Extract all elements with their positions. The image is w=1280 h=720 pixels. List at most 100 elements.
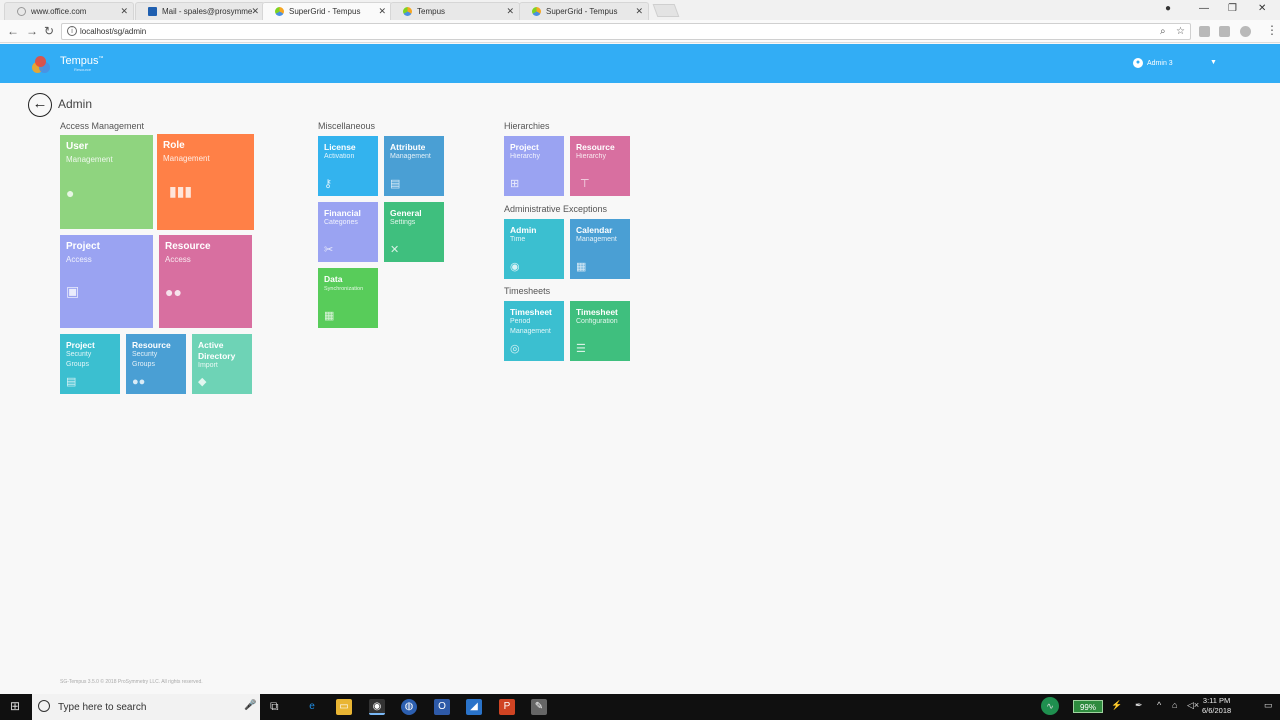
tile-calendar-management[interactable]: Calendar Management ▦: [570, 219, 630, 279]
file-explorer-icon[interactable]: ▭: [336, 699, 352, 715]
browser-tab-supergrid[interactable]: SuperGrid - Tempus ✕: [262, 2, 392, 20]
clock-date: 6/6/2018: [1202, 706, 1232, 715]
extension-icon[interactable]: [1240, 26, 1251, 37]
minimize-icon[interactable]: —: [1199, 3, 1209, 14]
chrome-icon[interactable]: ◉: [369, 699, 385, 715]
taskbar-search-box[interactable]: Type here to search 🎤: [32, 694, 260, 720]
tile-subtitle: Security Groups: [132, 351, 158, 368]
close-icon[interactable]: ✕: [120, 6, 128, 17]
spreadsheet-icon: ▦: [324, 310, 335, 322]
app-icon[interactable]: ✎: [531, 699, 547, 715]
power-icon[interactable]: ⚡: [1111, 700, 1122, 711]
app-header: Tempus™ Resource ● Admin 3 ▼: [0, 44, 1280, 83]
tile-data-synchronization[interactable]: Data Synchronization ▦: [318, 268, 378, 328]
app-icon[interactable]: ◢: [466, 699, 482, 715]
powerpoint-icon[interactable]: P: [499, 699, 515, 715]
tile-title: Resource: [165, 241, 211, 252]
extension-icon[interactable]: [1219, 26, 1230, 37]
tile-subtitle: Hierarchy: [510, 153, 540, 160]
tile-timesheet-period-management[interactable]: Timesheet Period Management ◎: [504, 301, 564, 361]
menu-icon[interactable]: ⋮: [1266, 23, 1278, 37]
pen-icon[interactable]: ✒: [1135, 700, 1143, 711]
tools-icon: ✕: [390, 244, 400, 256]
notifications-icon[interactable]: ▭: [1264, 700, 1273, 711]
user-menu[interactable]: ● Admin 3: [1133, 58, 1173, 68]
lines-icon: ☰: [576, 343, 586, 355]
back-arrow-icon[interactable]: ←: [7, 24, 19, 38]
browser-tab-tempus[interactable]: Tempus ✕: [390, 2, 520, 20]
volume-icon[interactable]: ◁×: [1187, 700, 1199, 711]
tile-admin-time[interactable]: Admin Time ◉: [504, 219, 564, 279]
tile-resource-security-groups[interactable]: Resource Security Groups ●●: [126, 334, 186, 394]
browser-tab-office[interactable]: www.office.com ✕: [4, 2, 134, 20]
pulse-icon[interactable]: ∿: [1041, 697, 1059, 715]
tile-attribute-management[interactable]: Attribute Management ▤: [384, 136, 444, 196]
search-icon[interactable]: ⌕: [1160, 26, 1166, 37]
tile-subtitle: Time: [510, 236, 526, 243]
microphone-icon[interactable]: 🎤: [244, 700, 256, 711]
tile-subtitle: Security Groups: [66, 351, 92, 368]
chevron-up-icon[interactable]: ^: [1157, 700, 1161, 710]
tile-project-security-groups[interactable]: Project Security Groups ▤: [60, 334, 120, 394]
back-button[interactable]: ←: [28, 93, 52, 117]
tile-subtitle: Period Management: [510, 318, 551, 335]
tile-project-hierarchy[interactable]: Project Hierarchy ⊞: [504, 136, 564, 196]
system-clock[interactable]: 3:11 PM 6/6/2018: [1202, 696, 1231, 716]
calendar-icon: ▦: [576, 261, 587, 273]
tile-subtitle: Management: [163, 154, 210, 163]
page-title: Admin: [58, 97, 93, 111]
tile-active-directory-import[interactable]: Active Directory Import ◆: [192, 334, 252, 394]
star-icon[interactable]: ☆: [1176, 26, 1185, 37]
users-icon: ●●: [165, 284, 182, 300]
tile-license-activation[interactable]: License Activation ⚷: [318, 136, 378, 196]
stopwatch-icon: ◉: [510, 261, 520, 273]
new-tab-button[interactable]: [652, 4, 680, 17]
tempus-logo[interactable]: [32, 56, 50, 74]
alarm-clock-icon: ◎: [510, 343, 520, 355]
browser-tab-supergrid-2[interactable]: SuperGrid - Tempus ✕: [519, 2, 649, 20]
extension-icon[interactable]: [1199, 26, 1210, 37]
battery-indicator[interactable]: 99%: [1073, 700, 1103, 713]
profile-icon[interactable]: ●: [1165, 3, 1171, 14]
tile-subtitle: Access: [66, 255, 92, 264]
brand-subtitle: Resource: [74, 67, 92, 72]
org-chart-icon: ⊞: [510, 178, 520, 190]
close-icon[interactable]: ✕: [635, 6, 643, 17]
forward-arrow-icon[interactable]: →: [26, 24, 38, 38]
app-icon[interactable]: ◍: [401, 699, 417, 715]
tile-role-management[interactable]: Role Management ▮▮▮: [157, 134, 254, 230]
tile-financial-categories[interactable]: Financial Categories ✂: [318, 202, 378, 262]
users-icon: ●●: [132, 376, 146, 388]
tile-subtitle: Access: [165, 255, 191, 264]
tile-user-management[interactable]: User Management ●: [60, 135, 153, 229]
key-icon: ⚷: [324, 178, 333, 190]
tile-subtitle: Configuration: [576, 318, 618, 325]
tile-project-access[interactable]: Project Access ▣: [60, 235, 153, 328]
edge-icon[interactable]: e: [304, 699, 320, 715]
tile-subtitle: Activation: [324, 153, 355, 160]
windows-start-icon[interactable]: ⊞: [10, 699, 20, 713]
list-icon: ▤: [390, 178, 401, 190]
tempus-icon: [532, 7, 541, 16]
folder-icon: ▤: [66, 376, 77, 388]
network-icon[interactable]: ⌂: [1172, 700, 1177, 710]
close-icon[interactable]: ✕: [506, 6, 514, 17]
outlook-icon[interactable]: O: [434, 699, 450, 715]
close-icon[interactable]: ✕: [378, 6, 386, 17]
tile-resource-access[interactable]: Resource Access ●●: [159, 235, 252, 328]
tile-title: User: [66, 141, 89, 152]
tile-resource-hierarchy[interactable]: Resource Hierarchy ⊤: [570, 136, 630, 196]
tile-timesheet-configuration[interactable]: Timesheet Configuration ☰: [570, 301, 630, 361]
close-icon[interactable]: ✕: [251, 6, 259, 17]
maximize-icon[interactable]: ❐: [1228, 3, 1237, 14]
close-window-icon[interactable]: ✕: [1258, 3, 1266, 14]
reload-icon[interactable]: ↻: [44, 24, 54, 38]
browser-tab-mail[interactable]: Mail - spales@prosymme ✕: [135, 2, 265, 20]
chevron-down-icon[interactable]: ▼: [1210, 59, 1217, 66]
tile-general-settings[interactable]: General Settings ✕: [384, 202, 444, 262]
section-access-management: Access Management: [60, 121, 145, 131]
task-view-icon[interactable]: ⧉: [270, 699, 279, 714]
address-bar[interactable]: i localhost/sg/admin ⌕ ☆: [61, 23, 1191, 40]
info-icon[interactable]: i: [67, 26, 77, 36]
tile-subtitle: Settings: [390, 219, 416, 226]
